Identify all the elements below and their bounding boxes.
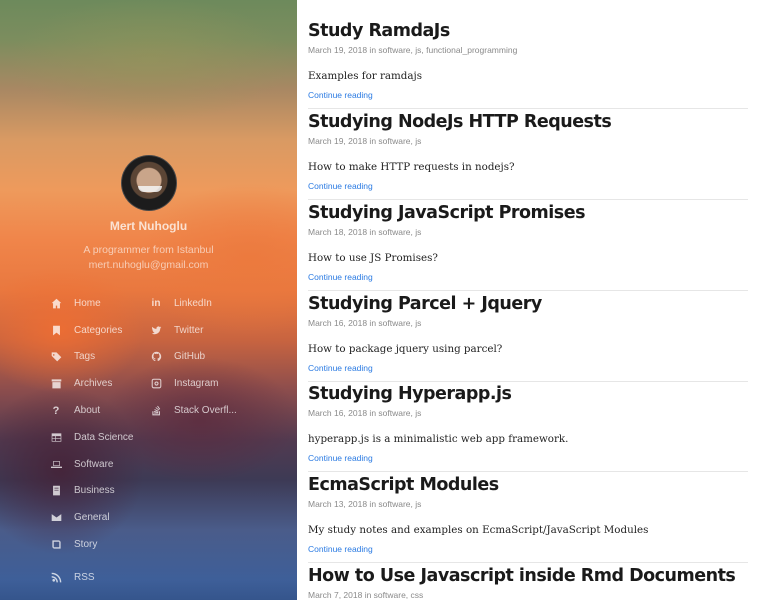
nav-item-business[interactable]: Business <box>48 478 133 505</box>
nav-item-story[interactable]: Story <box>48 531 133 558</box>
twitter-icon <box>148 323 164 337</box>
nav-item-linkedin[interactable]: in LinkedIn <box>148 290 237 317</box>
post-title[interactable]: Studying Hyperapp.js <box>308 383 748 405</box>
nav-label: Tags <box>74 351 96 363</box>
nav-label: GitHub <box>174 351 206 363</box>
nav-item-general[interactable]: General <box>48 504 133 531</box>
post-item: Studying JavaScript Promises March 18, 2… <box>308 202 748 291</box>
post-excerpt: How to make HTTP requests in nodejs? <box>308 161 515 173</box>
nav-label: Story <box>74 539 98 551</box>
nav-label: RSS <box>74 571 95 583</box>
bookmark-icon <box>48 323 64 337</box>
instagram-icon <box>148 377 164 391</box>
nav-item-github[interactable]: GitHub <box>148 344 237 371</box>
post-meta: March 16, 2018 in software, js <box>308 408 422 418</box>
post-meta: March 19, 2018 in software, js <box>308 136 422 146</box>
post-item: Study RamdaJs March 19, 2018 in software… <box>308 20 748 109</box>
post-excerpt: hyperapp.js is a minimalistic web app fr… <box>308 433 569 445</box>
nav-label: Business <box>74 485 115 497</box>
post-list: Study RamdaJs March 19, 2018 in software… <box>297 0 760 600</box>
nav-item-instagram[interactable]: Instagram <box>148 370 237 397</box>
nav-label: Categories <box>74 324 123 336</box>
nav-label: Twitter <box>174 324 204 336</box>
social-nav: in LinkedIn Twitter GitHub Instagram Sta… <box>148 290 237 424</box>
laptop-icon <box>48 457 64 471</box>
continue-reading-link[interactable]: Continue reading <box>308 544 373 555</box>
nav-item-software[interactable]: Software <box>48 451 133 478</box>
book-icon <box>48 484 64 498</box>
avatar[interactable] <box>121 155 177 211</box>
post-item: Studying NodeJs HTTP Requests March 19, … <box>308 111 748 200</box>
continue-reading-link[interactable]: Continue reading <box>308 272 373 283</box>
tags-icon <box>48 350 64 364</box>
post-divider <box>308 199 748 200</box>
nav-item-stackoverflow[interactable]: Stack Overfl... <box>148 397 237 424</box>
nav-item-categories[interactable]: Categories <box>48 317 133 344</box>
nav-item-archives[interactable]: Archives <box>48 370 133 397</box>
category-nav: Home Categories Tags Archives ? About Da… <box>48 290 133 558</box>
rss-icon <box>48 570 64 584</box>
nav-item-tags[interactable]: Tags <box>48 344 133 371</box>
continue-reading-link[interactable]: Continue reading <box>308 181 373 192</box>
post-excerpt: My study notes and examples on EcmaScrip… <box>308 524 649 536</box>
post-item: EcmaScript Modules March 13, 2018 in sof… <box>308 474 748 563</box>
post-title[interactable]: Studying NodeJs HTTP Requests <box>308 111 748 133</box>
post-divider <box>308 290 748 291</box>
post-meta: March 19, 2018 in software, js, function… <box>308 45 518 55</box>
post-excerpt: How to use JS Promises? <box>308 252 438 264</box>
envelope-icon <box>48 511 64 525</box>
book-open-icon <box>48 538 64 552</box>
post-title[interactable]: Study RamdaJs <box>308 20 748 42</box>
nav-label: General <box>74 512 110 524</box>
continue-reading-link[interactable]: Continue reading <box>308 363 373 374</box>
post-divider <box>308 562 748 563</box>
continue-reading-link[interactable]: Continue reading <box>308 90 373 101</box>
linkedin-icon: in <box>151 297 161 309</box>
nav-label: LinkedIn <box>174 297 212 309</box>
nav-label: Home <box>74 297 101 309</box>
nav-label: Data Science <box>74 431 134 443</box>
author-name[interactable]: Mert Nuhoglu <box>0 219 297 233</box>
github-icon <box>148 350 164 364</box>
post-title[interactable]: How to Use Javascript inside Rmd Documen… <box>308 565 748 587</box>
post-divider <box>308 471 748 472</box>
archive-icon <box>48 377 64 391</box>
post-meta: March 13, 2018 in software, js <box>308 499 422 509</box>
nav-label: Software <box>74 458 114 470</box>
post-title[interactable]: Studying JavaScript Promises <box>308 202 748 224</box>
nav-item-twitter[interactable]: Twitter <box>148 317 237 344</box>
post-meta: March 16, 2018 in software, js <box>308 318 422 328</box>
nav-item-about[interactable]: ? About <box>48 397 133 424</box>
post-excerpt: Examples for ramdajs <box>308 70 422 82</box>
nav-label: Archives <box>74 378 113 390</box>
home-icon <box>48 296 64 310</box>
author-email[interactable]: mert.nuhoglu@gmail.com <box>0 258 297 273</box>
author-bio: A programmer from Istanbul mert.nuhoglu@… <box>0 243 297 273</box>
stackoverflow-icon <box>148 404 164 418</box>
post-item: Studying Hyperapp.js March 16, 2018 in s… <box>308 383 748 472</box>
continue-reading-link[interactable]: Continue reading <box>308 453 373 464</box>
post-meta: March 7, 2018 in software, css <box>308 590 424 600</box>
post-divider <box>308 381 748 382</box>
post-divider <box>308 108 748 109</box>
post-meta: March 18, 2018 in software, js <box>308 227 422 237</box>
nav-item-data-science[interactable]: Data Science <box>48 424 133 451</box>
sidebar: Mert Nuhoglu A programmer from Istanbul … <box>0 0 297 600</box>
post-title[interactable]: Studying Parcel + Jquery <box>308 293 748 315</box>
post-item: How to Use Javascript inside Rmd Documen… <box>308 565 748 600</box>
post-item: Studying Parcel + Jquery March 16, 2018 … <box>308 293 748 382</box>
nav-label: About <box>74 405 101 417</box>
table-icon <box>48 430 64 444</box>
post-title[interactable]: EcmaScript Modules <box>308 474 748 496</box>
question-icon: ? <box>52 404 60 417</box>
post-excerpt: How to package jquery using parcel? <box>308 343 503 355</box>
nav-label: Stack Overfl... <box>174 405 237 417</box>
rss-nav: RSS <box>48 564 95 591</box>
nav-item-rss[interactable]: RSS <box>48 564 95 591</box>
nav-label: Instagram <box>174 378 219 390</box>
author-tagline: A programmer from Istanbul <box>83 244 214 256</box>
nav-item-home[interactable]: Home <box>48 290 133 317</box>
